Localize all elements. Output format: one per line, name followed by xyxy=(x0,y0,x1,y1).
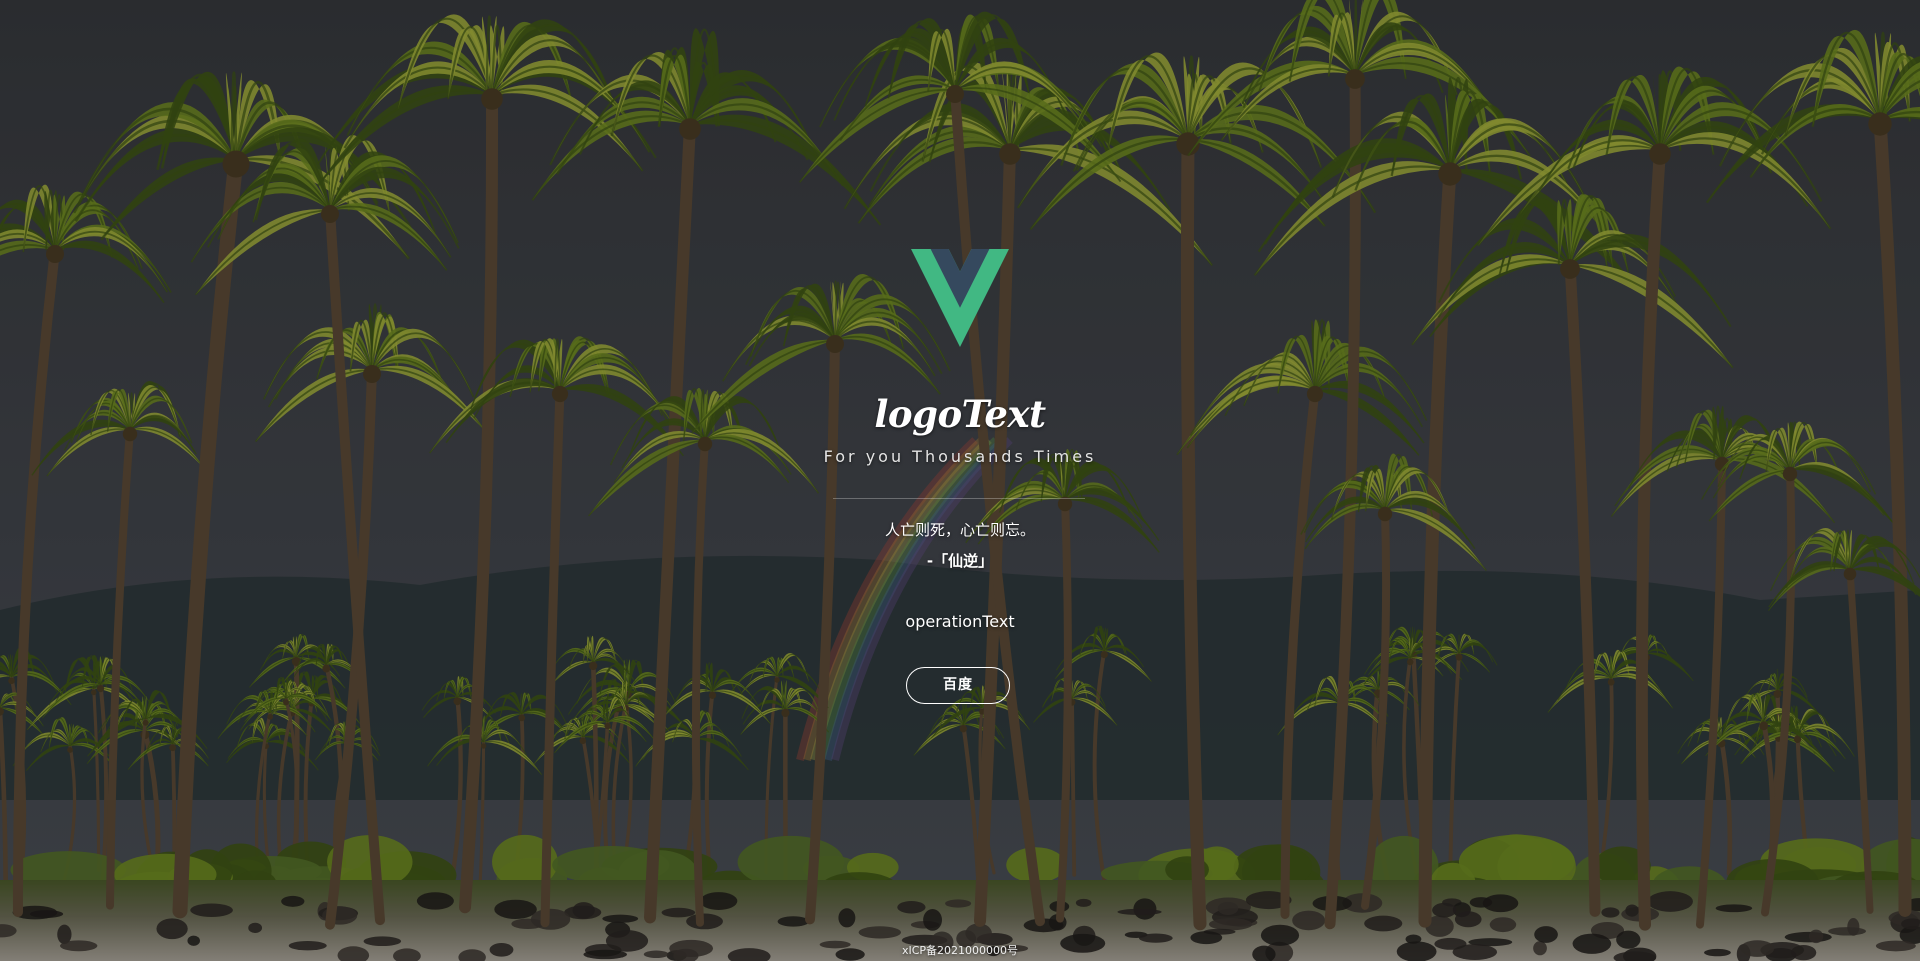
operation-text: operationText xyxy=(905,612,1015,631)
landing-page: logoText For you Thousands Times 人亡则死，心亡… xyxy=(0,0,1920,961)
vue-logo-icon xyxy=(911,249,1009,347)
quote-text: 人亡则死，心亡则忘。 xyxy=(884,521,1035,539)
icp-footer[interactable]: xICP备2021000000号 xyxy=(0,944,1920,958)
quote-source: -「仙逆」 xyxy=(926,552,994,570)
logo-text: logoText xyxy=(874,392,1046,436)
tagline: For you Thousands Times xyxy=(823,447,1097,466)
baidu-button[interactable]: 百度 xyxy=(906,667,1010,704)
dark-overlay xyxy=(0,0,1920,961)
divider xyxy=(833,498,1085,499)
